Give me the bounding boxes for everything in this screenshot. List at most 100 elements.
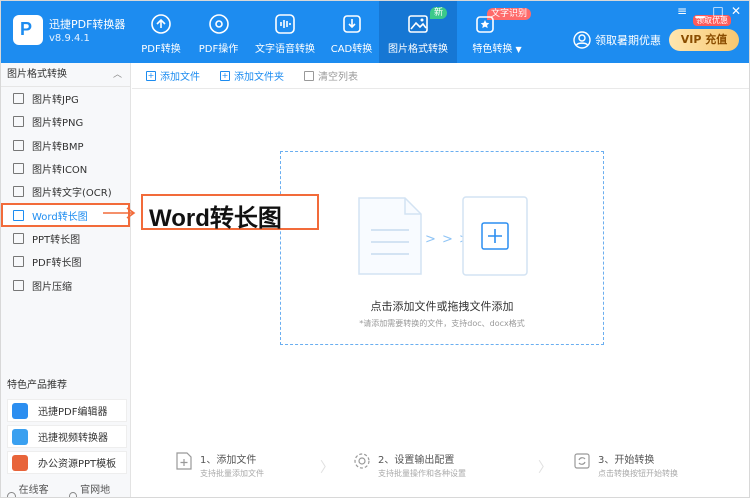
sidebar-item[interactable]: 图片转BMP <box>1 134 130 157</box>
product-label: 办公资源PPT模板 <box>38 459 117 470</box>
gear-icon <box>354 453 370 469</box>
nav-cad[interactable]: CAD转换 <box>324 1 379 63</box>
sidebar-item-label: 图片压缩 <box>32 281 72 293</box>
globe-icon <box>68 491 78 497</box>
add-file-icon: + <box>146 70 156 81</box>
file-toolbar: + 添加文件 + 添加文件夹 清空列表 <box>132 63 749 89</box>
sidebar-item-label: 图片转文字(OCR) <box>32 188 112 200</box>
sidebar-section-header[interactable]: 图片格式转换 ︿ <box>1 63 130 87</box>
step-subtitle: 支持批量操作和各种设置 <box>378 469 466 478</box>
step-add-file: 1、添加文件 支持批量添加文件 <box>174 451 264 479</box>
vip-recharge-button[interactable]: VIP 充值 <box>669 29 739 51</box>
product-label: 迅捷PDF编辑器 <box>38 407 108 418</box>
app-window: P 迅捷PDF转换器 v8.9.4.1 PDF转换 PDF操作 文字语音转换 C… <box>0 0 750 498</box>
nav-label: 文字语音转换 <box>255 44 315 55</box>
nav-label: 图片格式转换 <box>388 44 448 55</box>
app-name: 迅捷PDF转换器 <box>49 18 126 31</box>
annotation-callout: Word转长图 <box>141 194 319 232</box>
chevron-right-icon: 〉 <box>538 460 552 476</box>
add-file-label: 添加文件 <box>160 72 200 83</box>
app-version: v8.9.4.1 <box>49 33 90 44</box>
website-link[interactable]: 官网地址 <box>68 481 119 497</box>
step-title: 1、添加文件 <box>200 455 257 466</box>
chat-icon <box>7 491 16 497</box>
main-nav: PDF转换 PDF操作 文字语音转换 CAD转换 新 图片格式转换 文字识别 特… <box>131 1 537 63</box>
nav-text-voice[interactable]: 文字语音转换 <box>246 1 324 63</box>
star-convert-icon <box>476 16 494 33</box>
image-file-icon <box>13 116 24 128</box>
product-ppt-template[interactable]: 办公资源PPT模板 <box>7 451 127 474</box>
app-logo: P <box>13 15 43 45</box>
sidebar-section-title: 图片格式转换 <box>7 69 67 80</box>
step-title: 2、设置输出配置 <box>378 455 455 466</box>
step-subtitle: 点击转换按钮开始转换 <box>598 469 678 478</box>
pdf-operate-icon <box>208 14 229 34</box>
image-file-icon <box>13 279 24 291</box>
convert-icon <box>574 453 590 469</box>
product-video-converter[interactable]: 迅捷视频转换器 <box>7 425 127 448</box>
add-file-button[interactable]: + 添加文件 <box>146 68 200 83</box>
sidebar-item[interactable]: 图片转PNG <box>1 110 130 133</box>
add-folder-icon: + <box>220 70 230 81</box>
image-file-icon <box>13 93 24 105</box>
nav-pdf-convert[interactable]: PDF转换 <box>131 1 191 63</box>
new-badge: 新 <box>429 7 447 19</box>
sidebar-item[interactable]: 图片转ICON <box>1 157 130 180</box>
nav-label: PDF转换 <box>141 44 181 55</box>
logo-letter: P <box>20 19 33 39</box>
maximize-icon[interactable]: □ <box>709 3 727 19</box>
nav-image-format[interactable]: 新 图片格式转换 <box>379 1 457 63</box>
pdf-editor-icon <box>12 402 28 419</box>
nav-label: PDF操作 <box>198 44 239 55</box>
sidebar-item-label: PPT转长图 <box>32 234 81 246</box>
user-promo-link[interactable]: 领取暑期优惠 <box>573 29 661 51</box>
window-controls: ≡ ▁ □ ✕ <box>673 3 745 19</box>
steps-bar: 1、添加文件 支持批量添加文件 〉 2、设置输出配置 支持批量操作和各种设置 〉 3… <box>132 445 749 485</box>
annotation-arrow-icon <box>103 207 136 219</box>
sidebar-footer: 在线客服 官网地址 <box>7 481 130 497</box>
minimize-icon[interactable]: ▁ <box>691 3 709 19</box>
product-label: 迅捷视频转换器 <box>38 433 108 444</box>
step-start-convert: 3、开始转换点击转换按钮开始转换 <box>572 451 678 479</box>
image-file-icon <box>13 163 24 175</box>
user-promo-label: 领取暑期优惠 <box>595 34 661 47</box>
annotation-text: Word转长图 <box>149 205 282 232</box>
document-icon <box>358 197 422 275</box>
drop-hint-text: *请添加需要转换的文件，支持doc、docx格式 <box>359 319 525 328</box>
menu-icon[interactable]: ≡ <box>673 3 691 19</box>
chevron-up-icon: ︿ <box>112 70 122 80</box>
image-file-icon <box>13 232 24 244</box>
trash-icon <box>304 70 314 81</box>
clear-list-label: 清空列表 <box>318 72 358 83</box>
cad-icon <box>342 15 361 33</box>
sidebar-item[interactable]: 图片转JPG <box>1 87 130 110</box>
sidebar-item-label: PDF转长图 <box>32 258 82 270</box>
add-folder-label: 添加文件夹 <box>234 72 284 83</box>
sidebar-item[interactable]: PPT转长图 <box>1 227 130 250</box>
top-header: P 迅捷PDF转换器 v8.9.4.1 PDF转换 PDF操作 文字语音转换 C… <box>1 1 749 63</box>
close-icon[interactable]: ✕ <box>727 3 745 19</box>
product-pdf-editor[interactable]: 迅捷PDF编辑器 <box>7 399 127 422</box>
nav-label: 特色转换 ▼ <box>472 44 522 55</box>
sidebar-item[interactable]: 图片转文字(OCR) <box>1 180 130 203</box>
add-file-step-icon <box>176 452 192 470</box>
file-drop-zone[interactable]: > > > 点击添加文件或拖拽文件添加 *请添加需要转换的文件，支持doc、do… <box>280 151 604 345</box>
audio-wave-icon <box>275 14 295 34</box>
image-file-icon <box>13 256 24 268</box>
sidebar-item-label: Word转长图 <box>32 211 88 223</box>
clear-list-button[interactable]: 清空列表 <box>304 68 358 83</box>
online-service-link[interactable]: 在线客服 <box>7 481 57 497</box>
sidebar-item[interactable]: 图片压缩 <box>1 273 130 296</box>
nav-label: CAD转换 <box>330 44 373 55</box>
add-file-box-icon <box>462 196 528 276</box>
sidebar-item[interactable]: PDF转长图 <box>1 250 130 273</box>
step-subtitle: 支持批量添加文件 <box>200 469 264 478</box>
add-folder-button[interactable]: + 添加文件夹 <box>220 68 284 83</box>
chevron-down-icon: ▼ <box>515 45 522 54</box>
image-file-icon <box>13 139 24 151</box>
nav-pdf-operate[interactable]: PDF操作 <box>191 1 246 63</box>
sidebar-item-label: 图片转PNG <box>32 118 84 130</box>
nav-special-convert[interactable]: 文字识别 特色转换 ▼ <box>457 1 537 63</box>
sidebar: 图片格式转换 ︿ 图片转JPG 图片转PNG 图片转BMP 图片转ICON 图片转文字(… <box>1 63 131 497</box>
step-title: 3、开始转换 <box>598 455 655 466</box>
